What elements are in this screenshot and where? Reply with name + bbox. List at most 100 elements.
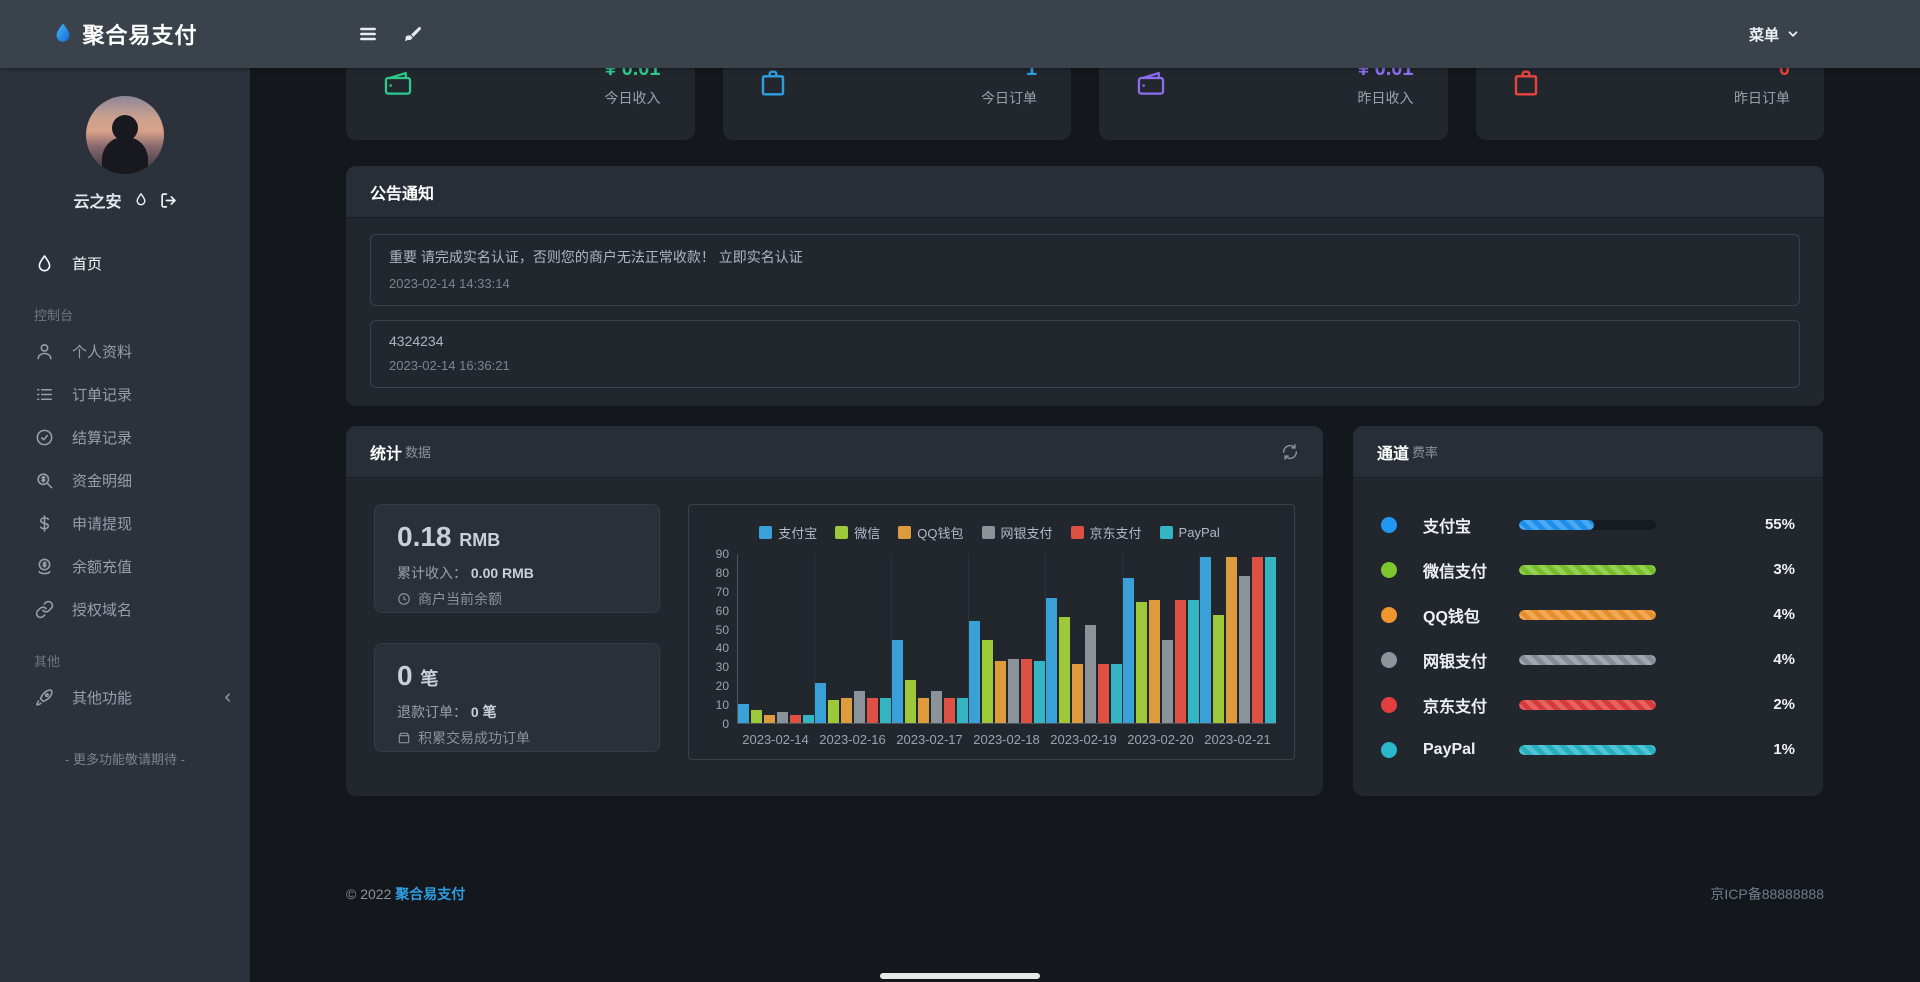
check-circle-icon [34, 428, 54, 447]
legend-label: 网银支付 [1001, 523, 1053, 542]
rocket-icon [34, 688, 54, 707]
sidebar-item-申请提现[interactable]: 申请提现 [0, 502, 250, 545]
legend-item-支付宝[interactable]: 支付宝 [759, 523, 817, 542]
search-dollar-icon [34, 471, 54, 490]
bar-网银支付 [1085, 625, 1096, 723]
sidebar-item-余额充值[interactable]: 余额充值 [0, 545, 250, 588]
orders-bar-chart: 支付宝微信 QQ钱包 网银支付京东支付 PayPal 0102030405060708… [688, 504, 1295, 760]
brand[interactable]: 聚合易支付 [0, 18, 250, 50]
sidebar-toggle-hamburger-icon[interactable] [358, 24, 378, 44]
channel-progress-track [1519, 655, 1656, 665]
bar-微信 [751, 710, 762, 723]
refresh-icon[interactable] [1281, 443, 1299, 461]
announcements-panel: 公告通知 重要 请完成实名认证，否则您的商户无法正常收款！ 立即实名认证2023… [346, 166, 1824, 406]
balance-value: 0.18 [397, 521, 452, 552]
sidebar-section-title: 其他 [0, 631, 250, 676]
bar-微信 [905, 680, 916, 723]
stats-title-light: 数据 [405, 442, 431, 461]
bar-支付宝 [1123, 578, 1134, 723]
balance-line1-label: 累计收入： [397, 565, 467, 581]
sidebar-item-结算记录[interactable]: 结算记录 [0, 416, 250, 459]
channel-progress-track [1519, 745, 1656, 755]
refund-line1-value: 0 笔 [471, 704, 497, 720]
sidebar-item-资金明细[interactable]: 资金明细 [0, 459, 250, 502]
channel-label: 微信支付 [1423, 558, 1519, 582]
legend-swatch [1071, 526, 1084, 539]
bar-QQ钱包 [1072, 664, 1083, 723]
avatar[interactable] [86, 96, 164, 174]
sidebar-item-label: 订单记录 [72, 384, 132, 405]
shopping-bag-icon [1510, 66, 1542, 100]
wallet-icon [1133, 66, 1169, 100]
channel-percent: 2% [1773, 696, 1795, 713]
dollar-icon [34, 514, 54, 533]
logout-icon[interactable] [160, 192, 177, 209]
brand-title: 聚合易支付 [82, 18, 197, 50]
channel-row-网银支付: 网银支付4% [1381, 637, 1795, 682]
bar-支付宝 [969, 621, 980, 723]
legend-swatch [982, 526, 995, 539]
sidebar-section-title: 控制台 [0, 285, 250, 330]
page-footer: © 2022 聚合易支付 京ICP备88888888 [346, 884, 1824, 904]
channel-percent: 4% [1773, 651, 1795, 668]
bar-微信 [1059, 617, 1070, 723]
bar-京东支付 [1252, 557, 1263, 723]
bar-PayPal [803, 715, 814, 723]
menu-dropdown-label: 菜单 [1749, 24, 1779, 45]
bar-支付宝 [892, 640, 903, 723]
archive-box-icon [397, 731, 411, 745]
chart-plot-area [737, 554, 1276, 724]
theme-brush-icon[interactable] [404, 25, 423, 44]
announcement-time: 2023-02-14 16:36:21 [389, 358, 1781, 373]
bar-支付宝 [738, 704, 749, 723]
bar-group-2023-02-19 [1045, 554, 1122, 723]
bar-PayPal [1034, 661, 1045, 723]
x-tick-label: 2023-02-17 [891, 732, 968, 747]
bar-支付宝 [815, 683, 826, 723]
chart-y-axis: 0102030405060708090 [703, 554, 737, 724]
x-tick-label: 2023-02-21 [1199, 732, 1276, 747]
channel-label: QQ钱包 [1423, 603, 1519, 627]
horizontal-scrollbar-thumb[interactable] [880, 973, 1040, 979]
channel-label: 京东支付 [1423, 693, 1519, 717]
sidebar: 云之安 首页控制台个人资料订单记录结算记录资金明细申请提现余额充值授权域名其他其… [0, 68, 250, 982]
channel-label: 支付宝 [1423, 513, 1519, 537]
y-tick-label: 20 [716, 679, 729, 693]
top-navbar: 聚合易支付 菜单 [0, 0, 1920, 68]
bar-PayPal [957, 698, 968, 723]
channel-dot-icon [1381, 562, 1397, 578]
y-tick-label: 90 [716, 547, 729, 561]
sidebar-item-订单记录[interactable]: 订单记录 [0, 373, 250, 416]
sidebar-item-其他功能[interactable]: 其他功能 [0, 676, 250, 719]
channel-row-PayPal: PayPal1% [1381, 727, 1795, 772]
bar-京东支付 [1175, 600, 1186, 723]
sidebar-item-首页[interactable]: 首页 [0, 242, 250, 285]
legend-item-京东支付[interactable]: 京东支付 [1071, 523, 1142, 542]
channel-percent: 4% [1773, 606, 1795, 623]
channel-progress-fill [1519, 655, 1656, 665]
legend-item-PayPal[interactable]: PayPal [1160, 523, 1220, 542]
sidebar-item-个人资料[interactable]: 个人资料 [0, 330, 250, 373]
channel-percent: 1% [1773, 741, 1795, 758]
stat-card-label: 今日订单 [981, 88, 1037, 108]
bar-QQ钱包 [764, 715, 775, 723]
legend-item-微信[interactable]: 微信 [835, 523, 880, 542]
more-features-note: - 更多功能敬请期待 - [0, 749, 250, 768]
y-tick-label: 70 [716, 585, 729, 599]
channel-dot-icon [1381, 697, 1397, 713]
shopping-bag-icon [757, 66, 789, 100]
menu-dropdown[interactable]: 菜单 [1749, 24, 1800, 45]
bar-group-2023-02-17 [891, 554, 968, 723]
balance-line2: 商户当前余额 [418, 589, 502, 609]
stats-panel: 统计 数据 0.18 RMB 累计收入： 0.00 RMB 商户当前余额 [346, 426, 1323, 796]
channel-progress-fill [1519, 520, 1594, 530]
footer-brand-link[interactable]: 聚合易支付 [395, 886, 465, 902]
refund-value: 0 [397, 660, 413, 691]
x-tick-label: 2023-02-16 [814, 732, 891, 747]
bar-QQ钱包 [841, 698, 852, 723]
legend-item-QQ钱包[interactable]: QQ钱包 [898, 523, 963, 542]
legend-item-网银支付[interactable]: 网银支付 [982, 523, 1053, 542]
bar-微信 [828, 700, 839, 723]
sidebar-item-授权域名[interactable]: 授权域名 [0, 588, 250, 631]
legend-swatch [835, 526, 848, 539]
